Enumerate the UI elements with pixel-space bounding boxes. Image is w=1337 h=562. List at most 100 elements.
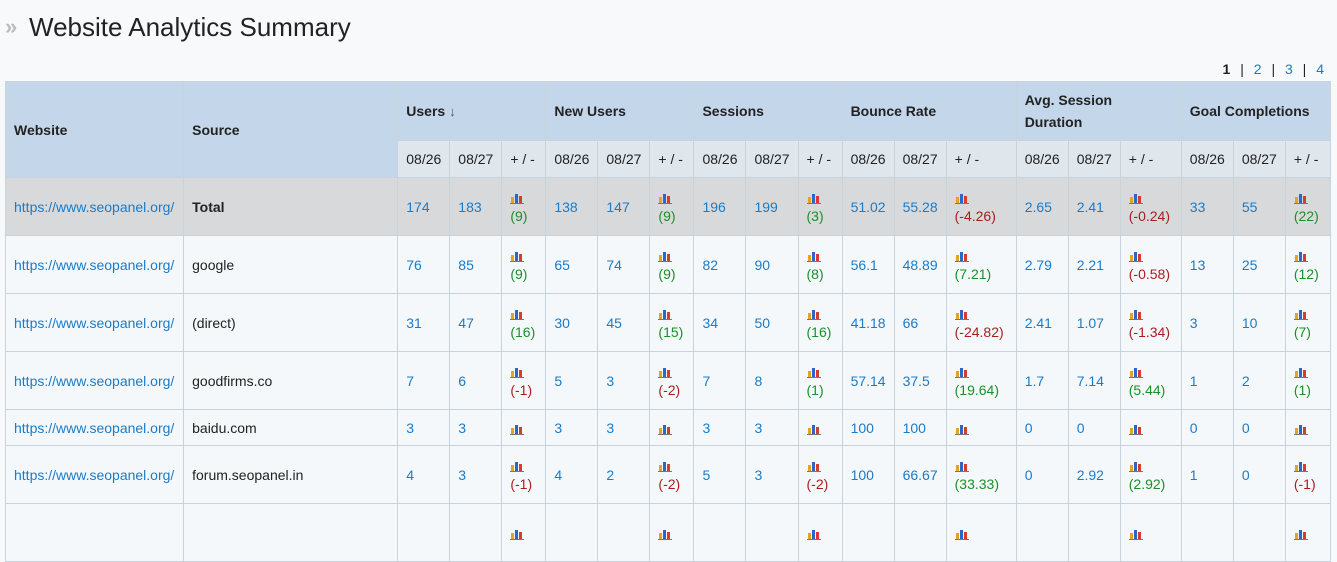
sessions-08-26-value[interactable]: 7	[693, 351, 747, 410]
avg-session-duration-08-27-value[interactable]	[1067, 503, 1121, 562]
bar-chart-icon[interactable]	[658, 423, 685, 435]
new-users-08-26-value[interactable]: 138	[545, 177, 599, 236]
bar-chart-icon[interactable]	[1128, 423, 1173, 435]
users-08-26-value[interactable]	[397, 503, 451, 562]
subheader-new-users-date2[interactable]: 08/27	[597, 140, 651, 178]
bar-chart-icon[interactable]	[1293, 460, 1322, 472]
col-header-website[interactable]: Website	[4, 81, 185, 178]
bar-chart-icon[interactable]	[658, 250, 685, 262]
bounce-rate-08-26-value[interactable]: 100	[841, 445, 895, 504]
subheader-users-diff[interactable]: + / -	[501, 140, 547, 178]
users-08-26-value[interactable]: 4	[397, 445, 451, 504]
subheader-new-users-diff[interactable]: + / -	[649, 140, 695, 178]
avg-session-duration-08-26-value[interactable]	[1015, 503, 1069, 562]
users-08-26-value[interactable]: 3	[397, 409, 451, 446]
users-08-26-value[interactable]: 174	[397, 177, 451, 236]
subheader-avg-session-duration-diff[interactable]: + / -	[1119, 140, 1182, 178]
col-header-bounce-rate[interactable]: Bounce Rate	[841, 81, 1017, 141]
col-header-source[interactable]: Source	[183, 81, 399, 178]
goal-completions-08-26-value[interactable]: 0	[1180, 409, 1234, 446]
subheader-sessions-diff[interactable]: + / -	[797, 140, 843, 178]
goal-completions-08-27-value[interactable]: 2	[1232, 351, 1286, 410]
website-link[interactable]: https://www.seopanel.org/	[14, 257, 174, 273]
bounce-rate-08-27-value[interactable]: 55.28	[893, 177, 947, 236]
users-08-27-value[interactable]	[449, 503, 503, 562]
goal-completions-08-27-value[interactable]: 25	[1232, 235, 1286, 294]
bounce-rate-08-27-value[interactable]	[893, 503, 947, 562]
bar-chart-icon[interactable]	[658, 460, 685, 472]
bounce-rate-08-26-value[interactable]: 41.18	[841, 293, 895, 352]
new-users-08-27-value[interactable]: 2	[597, 445, 651, 504]
users-08-26-value[interactable]: 7	[397, 351, 451, 410]
sessions-08-27-value[interactable]	[745, 503, 799, 562]
sessions-08-27-value[interactable]: 8	[745, 351, 799, 410]
website-link[interactable]: https://www.seopanel.org/	[14, 467, 174, 483]
avg-session-duration-08-26-value[interactable]: 0	[1015, 445, 1069, 504]
avg-session-duration-08-26-value[interactable]: 0	[1015, 409, 1069, 446]
sessions-08-26-value[interactable]: 196	[693, 177, 747, 236]
new-users-08-26-value[interactable]: 30	[545, 293, 599, 352]
sessions-08-27-value[interactable]: 3	[745, 409, 799, 446]
bar-chart-icon[interactable]	[510, 528, 537, 540]
avg-session-duration-08-27-value[interactable]: 2.92	[1067, 445, 1121, 504]
bar-chart-icon[interactable]	[658, 528, 685, 540]
users-08-27-value[interactable]: 3	[449, 409, 503, 446]
new-users-08-26-value[interactable]: 4	[545, 445, 599, 504]
goal-completions-08-27-value[interactable]: 0	[1232, 445, 1286, 504]
goal-completions-08-27-value[interactable]	[1232, 503, 1286, 562]
website-link[interactable]: https://www.seopanel.org/	[14, 315, 174, 331]
bar-chart-icon[interactable]	[510, 460, 537, 472]
users-08-27-value[interactable]: 3	[449, 445, 503, 504]
goal-completions-08-26-value[interactable]: 33	[1180, 177, 1234, 236]
new-users-08-27-value[interactable]: 74	[597, 235, 651, 294]
bounce-rate-08-26-value[interactable]	[841, 503, 895, 562]
goal-completions-08-26-value[interactable]: 1	[1180, 445, 1234, 504]
new-users-08-26-value[interactable]: 3	[545, 409, 599, 446]
bar-chart-icon[interactable]	[806, 250, 834, 262]
bounce-rate-08-26-value[interactable]: 57.14	[841, 351, 895, 410]
bar-chart-icon[interactable]	[1293, 192, 1322, 204]
avg-session-duration-08-26-value[interactable]: 1.7	[1015, 351, 1069, 410]
new-users-08-27-value[interactable]: 147	[597, 177, 651, 236]
bar-chart-icon[interactable]	[954, 460, 1008, 472]
goal-completions-08-26-value[interactable]: 3	[1180, 293, 1234, 352]
bar-chart-icon[interactable]	[658, 308, 685, 320]
col-header-sessions[interactable]: Sessions	[693, 81, 843, 141]
sessions-08-27-value[interactable]: 50	[745, 293, 799, 352]
subheader-goal-completions-date2[interactable]: 08/27	[1232, 140, 1286, 178]
col-header-avg-session-duration[interactable]: Avg. Session Duration	[1015, 81, 1182, 141]
pagination-page-4[interactable]: 4	[1316, 61, 1324, 77]
avg-session-duration-08-27-value[interactable]: 7.14	[1067, 351, 1121, 410]
subheader-goal-completions-date1[interactable]: 08/26	[1180, 140, 1234, 178]
users-08-27-value[interactable]: 47	[449, 293, 503, 352]
subheader-bounce-rate-date2[interactable]: 08/27	[893, 140, 947, 178]
new-users-08-26-value[interactable]: 65	[545, 235, 599, 294]
goal-completions-08-26-value[interactable]: 1	[1180, 351, 1234, 410]
bar-chart-icon[interactable]	[806, 460, 834, 472]
subheader-avg-session-duration-date2[interactable]: 08/27	[1067, 140, 1121, 178]
subheader-sessions-date1[interactable]: 08/26	[693, 140, 747, 178]
subheader-sessions-date2[interactable]: 08/27	[745, 140, 799, 178]
users-08-27-value[interactable]: 183	[449, 177, 503, 236]
bar-chart-icon[interactable]	[954, 250, 1008, 262]
bar-chart-icon[interactable]	[1128, 460, 1173, 472]
sessions-08-26-value[interactable]: 82	[693, 235, 747, 294]
subheader-new-users-date1[interactable]: 08/26	[545, 140, 599, 178]
bar-chart-icon[interactable]	[510, 192, 537, 204]
bar-chart-icon[interactable]	[1293, 308, 1322, 320]
users-08-27-value[interactable]: 85	[449, 235, 503, 294]
website-link[interactable]: https://www.seopanel.org/	[14, 199, 174, 215]
subheader-bounce-rate-date1[interactable]: 08/26	[841, 140, 895, 178]
users-08-26-value[interactable]: 31	[397, 293, 451, 352]
goal-completions-08-27-value[interactable]: 10	[1232, 293, 1286, 352]
bar-chart-icon[interactable]	[1128, 250, 1173, 262]
sessions-08-26-value[interactable]	[693, 503, 747, 562]
pagination-page-3[interactable]: 3	[1285, 61, 1293, 77]
new-users-08-26-value[interactable]	[545, 503, 599, 562]
bar-chart-icon[interactable]	[954, 192, 1008, 204]
sessions-08-26-value[interactable]: 3	[693, 409, 747, 446]
bar-chart-icon[interactable]	[1128, 192, 1173, 204]
bar-chart-icon[interactable]	[1293, 366, 1322, 378]
bar-chart-icon[interactable]	[658, 366, 685, 378]
website-link[interactable]: https://www.seopanel.org/	[14, 373, 174, 389]
